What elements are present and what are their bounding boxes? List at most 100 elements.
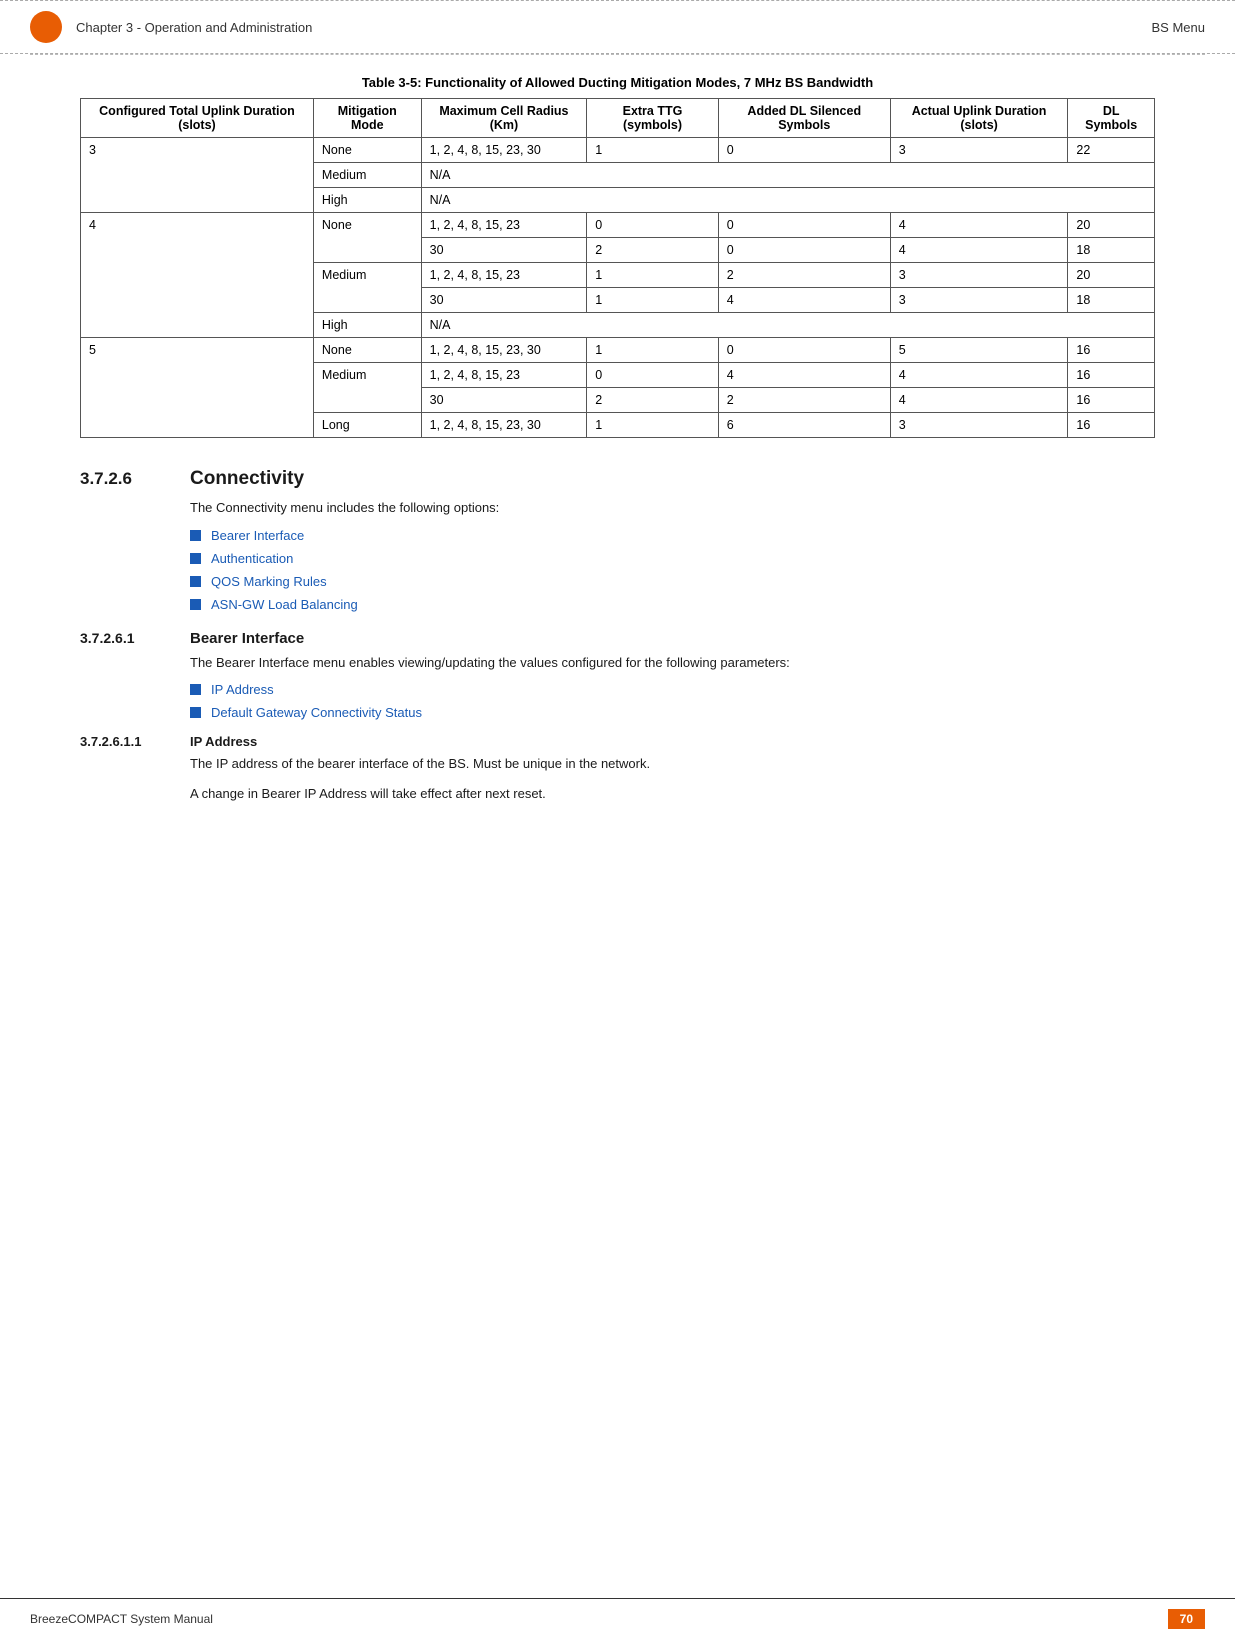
section-37611-heading: 3.7.2.6.1.1 IP Address — [80, 734, 1155, 749]
bullet-icon — [190, 599, 201, 610]
section-37611-para1: The IP address of the bearer interface o… — [190, 754, 1155, 774]
section-376-num: 3.7.2.6 — [80, 469, 190, 489]
cell-maxcell: 30 — [421, 238, 587, 263]
col-header-maxcell: Maximum Cell Radius (Km) — [421, 99, 587, 138]
cell-addeddl: 0 — [718, 213, 890, 238]
bullet-link[interactable]: QOS Marking Rules — [211, 574, 327, 589]
cell-mitigation: Medium — [313, 363, 421, 413]
bullet-icon — [190, 553, 201, 564]
table-row: 5None1, 2, 4, 8, 15, 23, 3010516 — [81, 338, 1155, 363]
cell-extrattg: 1 — [587, 338, 719, 363]
section-37611-title: IP Address — [190, 734, 257, 749]
cell-addeddl: 0 — [718, 338, 890, 363]
col-header-actualul: Actual Uplink Duration (slots) — [890, 99, 1068, 138]
section-3761-num: 3.7.2.6.1 — [80, 630, 190, 646]
cell-dlsymbols: 18 — [1068, 238, 1155, 263]
cell-config: 5 — [81, 338, 314, 438]
bullet-link[interactable]: Default Gateway Connectivity Status — [211, 705, 422, 720]
cell-dlsymbols: 16 — [1068, 413, 1155, 438]
cell-extrattg: 1 — [587, 413, 719, 438]
section-376-heading: 3.7.2.6 Connectivity — [80, 468, 1155, 490]
cell-na: N/A — [421, 188, 1154, 213]
cell-dlsymbols: 22 — [1068, 138, 1155, 163]
section-3761-title: Bearer Interface — [190, 630, 304, 647]
main-table: Configured Total Uplink Duration (slots)… — [80, 98, 1155, 438]
list-item: QOS Marking Rules — [190, 574, 1155, 589]
col-header-mitigation: Mitigation Mode — [313, 99, 421, 138]
cell-dlsymbols: 16 — [1068, 338, 1155, 363]
chapter-title: Chapter 3 - Operation and Administration — [76, 20, 312, 35]
cell-maxcell: 1, 2, 4, 8, 15, 23 — [421, 263, 587, 288]
list-item: IP Address — [190, 682, 1155, 697]
cell-maxcell: 1, 2, 4, 8, 15, 23 — [421, 213, 587, 238]
cell-dlsymbols: 20 — [1068, 263, 1155, 288]
list-item: ASN-GW Load Balancing — [190, 597, 1155, 612]
chapter-indicator — [30, 11, 62, 43]
col-header-extrattg: Extra TTG (symbols) — [587, 99, 719, 138]
cell-addeddl: 6 — [718, 413, 890, 438]
cell-extrattg: 0 — [587, 363, 719, 388]
cell-mitigation: None — [313, 338, 421, 363]
page-header: Chapter 3 - Operation and Administration… — [0, 0, 1235, 54]
cell-actualul: 4 — [890, 213, 1068, 238]
section-3761-intro: The Bearer Interface menu enables viewin… — [190, 653, 1155, 673]
col-header-config: Configured Total Uplink Duration (slots) — [81, 99, 314, 138]
cell-config: 4 — [81, 213, 314, 338]
cell-maxcell: 30 — [421, 388, 587, 413]
cell-dlsymbols: 20 — [1068, 213, 1155, 238]
page-footer: BreezeCOMPACT System Manual 70 — [0, 1598, 1235, 1639]
bullet-icon — [190, 707, 201, 718]
list-item: Default Gateway Connectivity Status — [190, 705, 1155, 720]
section-376-intro: The Connectivity menu includes the follo… — [190, 498, 1155, 518]
cell-addeddl: 2 — [718, 263, 890, 288]
cell-na: N/A — [421, 163, 1154, 188]
cell-addeddl: 0 — [718, 238, 890, 263]
bullet-link[interactable]: Bearer Interface — [211, 528, 304, 543]
section-3761-heading: 3.7.2.6.1 Bearer Interface — [80, 630, 1155, 647]
cell-addeddl: 2 — [718, 388, 890, 413]
bullet-icon — [190, 684, 201, 695]
cell-mitigation: None — [313, 213, 421, 263]
cell-maxcell: 1, 2, 4, 8, 15, 23 — [421, 363, 587, 388]
bullet-link[interactable]: ASN-GW Load Balancing — [211, 597, 358, 612]
cell-extrattg: 0 — [587, 213, 719, 238]
cell-mitigation: High — [313, 188, 421, 213]
cell-extrattg: 2 — [587, 388, 719, 413]
cell-actualul: 4 — [890, 363, 1068, 388]
section-label: BS Menu — [1152, 20, 1205, 35]
section-376-bullets: Bearer Interface Authentication QOS Markin… — [190, 528, 1155, 612]
section-37611-num: 3.7.2.6.1.1 — [80, 734, 190, 749]
table-row: 4None1, 2, 4, 8, 15, 2300420 — [81, 213, 1155, 238]
cell-addeddl: 4 — [718, 363, 890, 388]
page-number: 70 — [1168, 1609, 1205, 1629]
cell-actualul: 4 — [890, 238, 1068, 263]
cell-actualul: 4 — [890, 388, 1068, 413]
bullet-link[interactable]: Authentication — [211, 551, 293, 566]
cell-actualul: 3 — [890, 138, 1068, 163]
cell-actualul: 3 — [890, 288, 1068, 313]
main-content: Table 3-5: Functionality of Allowed Duct… — [0, 55, 1235, 873]
bullet-link[interactable]: IP Address — [211, 682, 274, 697]
cell-dlsymbols: 16 — [1068, 363, 1155, 388]
cell-dlsymbols: 16 — [1068, 388, 1155, 413]
cell-addeddl: 4 — [718, 288, 890, 313]
cell-maxcell: 30 — [421, 288, 587, 313]
cell-mitigation: Long — [313, 413, 421, 438]
table-row: 3None1, 2, 4, 8, 15, 23, 3010322 — [81, 138, 1155, 163]
cell-actualul: 3 — [890, 413, 1068, 438]
cell-actualul: 3 — [890, 263, 1068, 288]
cell-extrattg: 1 — [587, 288, 719, 313]
cell-maxcell: 1, 2, 4, 8, 15, 23, 30 — [421, 338, 587, 363]
cell-mitigation: High — [313, 313, 421, 338]
cell-maxcell: 1, 2, 4, 8, 15, 23, 30 — [421, 413, 587, 438]
cell-extrattg: 2 — [587, 238, 719, 263]
bullet-icon — [190, 530, 201, 541]
list-item: Bearer Interface — [190, 528, 1155, 543]
cell-na: N/A — [421, 313, 1154, 338]
cell-dlsymbols: 18 — [1068, 288, 1155, 313]
cell-maxcell: 1, 2, 4, 8, 15, 23, 30 — [421, 138, 587, 163]
footer-text: BreezeCOMPACT System Manual — [30, 1612, 213, 1626]
table-title: Table 3-5: Functionality of Allowed Duct… — [80, 75, 1155, 90]
section-376-title: Connectivity — [190, 468, 304, 490]
cell-config: 3 — [81, 138, 314, 213]
